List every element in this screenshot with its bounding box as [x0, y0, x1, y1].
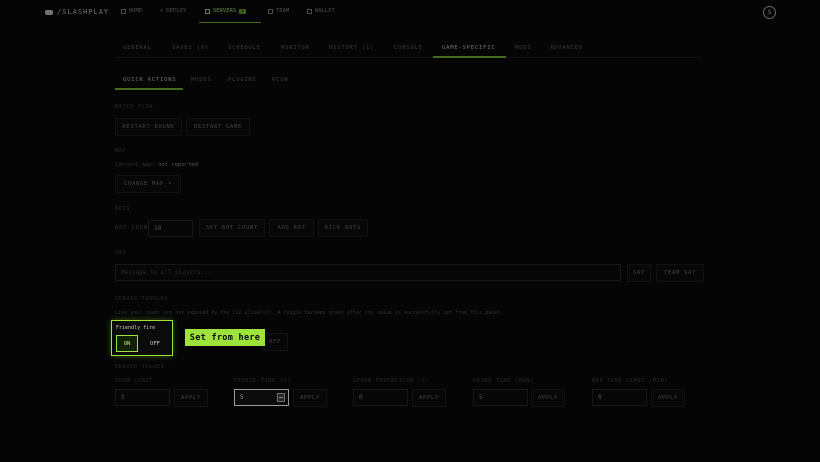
- section-label-match-flow: MATCH FLOW: [115, 104, 154, 110]
- avatar[interactable]: S: [763, 6, 776, 19]
- tab-advanced[interactable]: ADVANCED: [550, 45, 583, 51]
- spawn-protection-apply-button[interactable]: APPLY: [412, 389, 446, 407]
- friendly-fire-toggle-highlight: Friendly fire ON OFF: [111, 320, 173, 356]
- team-icon: [268, 8, 273, 14]
- change-map-button[interactable]: CHANGE MAP ▾: [115, 175, 181, 193]
- friendly-fire-off-button[interactable]: OFF: [142, 335, 168, 352]
- bot-count-label: BOT COUNT: [115, 225, 153, 231]
- subtab-plugins[interactable]: PLUGINS: [228, 77, 257, 83]
- nav-item-team[interactable]: TEAM: [268, 8, 289, 14]
- wallet-icon: [307, 8, 312, 14]
- team-limit-label: TEAM LIMIT: [115, 378, 154, 384]
- nav-item-label: SERVERS: [213, 8, 237, 14]
- tab-console[interactable]: CONSOLE: [394, 45, 423, 51]
- map-time-limit-input[interactable]: 0: [592, 389, 647, 406]
- nav-item-label: WALLET: [315, 8, 335, 14]
- say-button[interactable]: SAY: [627, 264, 651, 282]
- nav-item-label: DEPLOY: [166, 8, 187, 14]
- subtab-active-underline: [115, 88, 183, 90]
- say-message-input[interactable]: Message to all players...: [115, 264, 621, 281]
- tab-game-specific[interactable]: GAME-SPECIFIC: [442, 45, 495, 51]
- set-bot-count-button[interactable]: SET BOT COUNT: [199, 219, 265, 237]
- tab-mods[interactable]: MODS: [515, 45, 531, 51]
- subtab-quick-actions[interactable]: QUICK ACTIONS: [123, 77, 176, 83]
- logo[interactable]: /SLASHPLAY: [45, 8, 109, 16]
- spawn-protection-label: SPAWN PROTECTION (S): [353, 378, 430, 384]
- nav-item-label: HOME: [129, 8, 143, 14]
- restart-game-button[interactable]: RESTART GAME: [186, 118, 250, 136]
- friendly-fire-on-button[interactable]: ON: [116, 335, 138, 352]
- team-limit-input[interactable]: 5: [115, 389, 170, 406]
- tab-history[interactable]: HISTORY (1): [329, 45, 374, 51]
- current-map-label: Current map:: [115, 162, 155, 168]
- nav-item-wallet[interactable]: WALLET: [307, 8, 335, 14]
- tab-schedule[interactable]: SCHEDULE: [228, 45, 261, 51]
- map-time-limit-label: MAP TIME LIMIT (MIN): [592, 378, 669, 384]
- freeze-time-label: FREEZE TIME (S): [234, 378, 292, 384]
- nav-item-label: TEAM: [276, 8, 290, 14]
- subtab-rcon[interactable]: RCON: [272, 77, 288, 83]
- section-label-say: SAY: [115, 250, 127, 256]
- plus-icon: +: [160, 8, 164, 14]
- subtab-modes[interactable]: MODES: [191, 77, 212, 83]
- kick-bots-button[interactable]: KICK BOTS: [318, 219, 368, 237]
- spawn-protection-input[interactable]: 0: [353, 389, 408, 406]
- round-time-apply-button[interactable]: APPLY: [531, 389, 565, 407]
- logo-mark-icon: [45, 9, 53, 15]
- restart-round-button[interactable]: RESTART ROUND: [115, 118, 182, 136]
- map-time-limit-apply-button[interactable]: APPLY: [651, 389, 685, 407]
- toggles-note: Live your reads are not exposed by the C…: [115, 310, 504, 316]
- freeze-time-input[interactable]: 5: [234, 389, 289, 406]
- add-bot-button[interactable]: ADD BOT: [269, 219, 314, 237]
- section-label-server-toggles: SERVER TOGGLES: [115, 296, 169, 302]
- tab-general[interactable]: GENERAL: [123, 45, 152, 51]
- current-map-text: Current map: not reported: [115, 162, 198, 168]
- server-icon: [205, 8, 210, 14]
- tabs-divider: [115, 57, 702, 58]
- home-icon: [121, 8, 126, 14]
- nav-active-underline: [199, 22, 261, 23]
- section-label-bots: BOTS: [115, 206, 131, 212]
- servers-count-badge: 1: [239, 8, 246, 14]
- bot-count-input[interactable]: 10: [148, 220, 193, 237]
- round-time-label: ROUND TIME (MIN): [473, 378, 534, 384]
- freeze-time-apply-button[interactable]: APPLY: [293, 389, 327, 407]
- nav-item-home[interactable]: HOME: [121, 8, 142, 14]
- tab-active-underline: [433, 56, 506, 58]
- nav-item-deploy[interactable]: + DEPLOY: [160, 8, 186, 14]
- freeze-time-stepper[interactable]: [277, 393, 285, 402]
- tutorial-tooltip: Set from here: [185, 329, 265, 346]
- nav-item-servers[interactable]: SERVERS 1: [205, 8, 246, 14]
- friendly-fire-label: Friendly fire: [116, 325, 156, 331]
- section-label-server-values: SERVER VALUES: [115, 364, 165, 370]
- section-label-map: MAP: [115, 148, 127, 154]
- team-limit-apply-button[interactable]: APPLY: [174, 389, 208, 407]
- freeze-time-value: 5: [240, 394, 244, 401]
- team-say-button[interactable]: TEAM SAY: [656, 264, 704, 282]
- round-time-input[interactable]: 5: [473, 389, 528, 406]
- top-nav: /SLASHPLAY HOME + DEPLOY SERVERS 1 TEAM …: [0, 0, 820, 24]
- logo-text: /SLASHPLAY: [57, 8, 110, 16]
- current-map-value: not reported: [158, 162, 198, 168]
- tab-monitor[interactable]: MONITOR: [281, 45, 310, 51]
- second-toggle-off-button[interactable]: OFF: [262, 333, 288, 351]
- tab-saves[interactable]: SAVES (0): [172, 45, 209, 51]
